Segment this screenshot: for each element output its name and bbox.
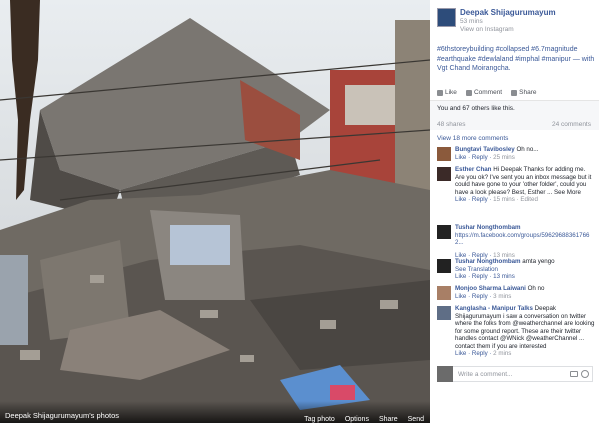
commenter-name[interactable]: Bungtavi Tavibosley xyxy=(455,146,515,153)
comments-count: 24 comments xyxy=(551,121,591,128)
commenter-avatar[interactable] xyxy=(437,225,451,239)
comment-text: Oh no... xyxy=(516,146,539,153)
tagged-person[interactable]: Vgt Chand Moirangcha. xyxy=(437,65,511,72)
like-button[interactable]: Like xyxy=(437,89,457,96)
camera-icon[interactable] xyxy=(570,371,578,377)
comment-button[interactable]: Comment xyxy=(465,89,502,96)
share-icon xyxy=(511,89,518,96)
share-photo-button[interactable]: Share xyxy=(379,416,398,423)
shares-count[interactable]: 48 shares xyxy=(437,121,466,128)
see-translation-link[interactable]: See Translation xyxy=(455,266,498,273)
commenter-avatar[interactable] xyxy=(437,259,451,273)
comment-text: Oh no xyxy=(527,285,545,292)
commenter-name[interactable]: Tushar Nongthombam xyxy=(455,224,521,231)
like-reply-links[interactable]: Like · Reply xyxy=(455,293,488,300)
comment-text: Deepak Shijagurumayum i saw a conversati… xyxy=(455,305,595,350)
comment-text: amta yengo xyxy=(522,258,555,265)
commenter-name[interactable]: Kanglasha - Manipur Talks xyxy=(455,305,533,312)
poster-name[interactable]: Deepak Shijagurumayum xyxy=(460,8,556,17)
post-actions: Like Comment Share xyxy=(437,89,536,96)
commenter-avatar[interactable] xyxy=(437,286,451,300)
thumbs-up-icon xyxy=(437,89,443,96)
current-user-avatar xyxy=(437,366,453,382)
commenter-name[interactable]: Tushar Nongthombam xyxy=(455,258,521,265)
collapsed-building-photo xyxy=(0,0,430,423)
commenter-name[interactable]: Esther Chan xyxy=(455,166,491,173)
post-hashtags[interactable]: #6thstoreybuilding #collapsed #6.7magnit… xyxy=(437,46,594,63)
post-sidebar: Deepak Shijagurumayum 53 mins View on In… xyxy=(430,0,599,423)
comment-icon xyxy=(465,89,472,96)
like-reply-links[interactable]: Like · Reply · 13 mins xyxy=(455,273,515,280)
comment-time: 25 mins xyxy=(493,153,515,161)
comment-input[interactable]: Write a comment... xyxy=(458,371,512,378)
post-text: #6thstoreybuilding #collapsed #6.7magnit… xyxy=(437,45,595,74)
comment-time: 15 mins · Edited xyxy=(493,196,538,203)
emoji-icon[interactable] xyxy=(581,370,589,378)
commenter-avatar[interactable] xyxy=(437,167,451,181)
comment-link[interactable]: https://m.facebook.com/groups/5962968836… xyxy=(455,232,595,247)
comment-time: 3 mins xyxy=(493,292,512,300)
write-comment-box: Write a comment... xyxy=(437,366,593,382)
view-on-instagram-link[interactable]: View on Instagram xyxy=(460,26,514,33)
tag-photo-button[interactable]: Tag photo xyxy=(304,416,335,423)
commenter-avatar[interactable] xyxy=(437,306,451,320)
share-button[interactable]: Share xyxy=(511,89,536,96)
likes-summary[interactable]: You and 67 others like this. xyxy=(437,105,515,112)
photo-owner-caption[interactable]: Deepak Shijagurumayum's photos xyxy=(5,411,119,420)
like-reply-links[interactable]: Like · Reply xyxy=(455,154,488,161)
view-more-comments-link[interactable]: View 18 more comments xyxy=(437,135,508,142)
post-header: Deepak Shijagurumayum 53 mins View on In… xyxy=(430,0,599,40)
poster-avatar[interactable] xyxy=(437,8,456,27)
send-button[interactable]: Send xyxy=(408,416,424,423)
commenter-avatar[interactable] xyxy=(437,147,451,161)
post-timestamp[interactable]: 53 mins xyxy=(460,18,483,25)
reactions-box: You and 67 others like this. 48 shares 2… xyxy=(430,100,599,130)
photo-viewer[interactable]: Deepak Shijagurumayum's photos Tag photo… xyxy=(0,0,430,423)
like-reply-links[interactable]: Like · Reply xyxy=(455,196,488,203)
commenter-name[interactable]: Monjoo Sharma Laiwani xyxy=(455,285,526,292)
comment-time: 2 mins xyxy=(493,350,512,357)
photo-actions: Tag photo Options Share Send xyxy=(304,416,424,423)
like-reply-links[interactable]: Like · Reply xyxy=(455,350,488,357)
photo-footer: Deepak Shijagurumayum's photos Tag photo… xyxy=(0,401,430,423)
options-button[interactable]: Options xyxy=(345,416,369,423)
